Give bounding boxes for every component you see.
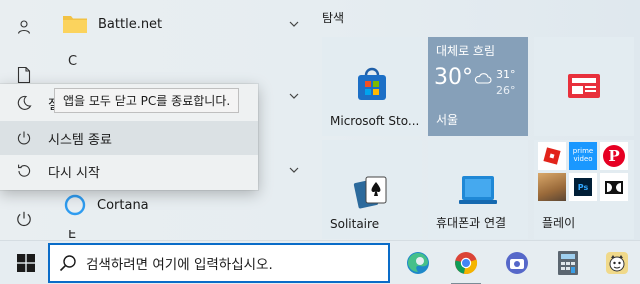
- taskbar-chrome[interactable]: [443, 241, 489, 284]
- pinterest-icon: P: [600, 142, 628, 170]
- tile-label: 플레이: [542, 216, 576, 230]
- power-icon: [0, 121, 48, 155]
- section-letter[interactable]: E: [68, 230, 76, 240]
- dolby-icon: [600, 173, 628, 201]
- store-icon: [358, 67, 386, 100]
- chevron-down-icon[interactable]: [288, 18, 300, 30]
- restart-icon: [0, 154, 48, 188]
- prime-video-icon: prime video: [569, 142, 597, 170]
- user-icon: [17, 20, 31, 34]
- tile-microsoft-store[interactable]: Microsoft Sto...: [322, 37, 422, 136]
- document-icon: [17, 66, 31, 84]
- tile-weather[interactable]: 대체로 흐림 30° 31° 26° 서울: [428, 37, 528, 136]
- taskbar-search-box[interactable]: 검색하려면 여기에 입력하십시오.: [48, 243, 390, 283]
- tiles-group-header[interactable]: 탐색: [322, 9, 344, 26]
- taskbar-calculator[interactable]: [545, 241, 591, 284]
- taskbar-camera[interactable]: [494, 241, 540, 284]
- edge-icon: [407, 252, 429, 274]
- menu-item-label: 시스템 종료: [48, 132, 112, 148]
- chrome-icon: [455, 252, 478, 274]
- pet-app-icon: [606, 252, 628, 274]
- restart-menu-item[interactable]: 다시 시작: [0, 154, 258, 188]
- photoshop-icon: Ps: [569, 173, 597, 201]
- power-button[interactable]: [4, 199, 44, 239]
- phone-link-icon: [459, 176, 497, 204]
- roblox-icon: [538, 142, 566, 170]
- taskbar-pet-app[interactable]: [594, 241, 640, 284]
- section-letter[interactable]: C: [68, 54, 77, 69]
- list-item-cortana[interactable]: Cortana: [48, 187, 310, 223]
- weather-condition: 대체로 흐림: [436, 44, 496, 58]
- weather-high: 31°: [496, 68, 516, 81]
- search-placeholder: 검색하려면 여기에 입력하십시오.: [86, 257, 273, 273]
- weather-city: 서울: [436, 113, 459, 127]
- cortana-icon: [64, 194, 86, 216]
- chevron-down-icon[interactable]: [288, 90, 300, 102]
- game-icon: [538, 173, 566, 201]
- start-button[interactable]: [4, 241, 48, 284]
- app-label: Battle.net: [98, 16, 163, 32]
- weather-temperature: 30°: [434, 65, 473, 90]
- tile-news[interactable]: [534, 37, 634, 136]
- taskbar-edge[interactable]: [395, 241, 441, 284]
- tile-label: Microsoft Sto...: [330, 114, 420, 128]
- shutdown-menu-item[interactable]: 시스템 종료: [0, 121, 258, 155]
- windows-logo-icon: [17, 254, 35, 272]
- news-icon: [568, 74, 600, 98]
- tile-phone-link[interactable]: 휴대폰과 연결: [428, 140, 528, 239]
- user-account-button[interactable]: [4, 7, 44, 47]
- tile-play-folder[interactable]: prime video P Ps 플레이: [534, 140, 634, 239]
- camera-icon: [506, 252, 528, 274]
- menu-item-label: 다시 시작: [48, 165, 100, 181]
- shutdown-tooltip: 앱을 모두 닫고 PC를 종료합니다.: [54, 88, 240, 113]
- chevron-down-icon[interactable]: [288, 164, 300, 176]
- taskbar: 검색하려면 여기에 입력하십시오.: [0, 240, 640, 284]
- app-label: Cortana: [97, 197, 149, 213]
- solitaire-cards-icon: [353, 176, 387, 209]
- list-item-battlenet[interactable]: Battle.net: [48, 6, 310, 42]
- folder-icon: [63, 16, 87, 33]
- cloud-icon: [474, 73, 492, 84]
- weather-low: 26°: [496, 84, 516, 97]
- search-icon: [50, 245, 86, 281]
- tile-label: Solitaire: [330, 217, 380, 231]
- tile-solitaire[interactable]: Solitaire: [322, 140, 422, 239]
- prime-video-text: prime video: [572, 147, 594, 163]
- power-icon: [17, 211, 31, 227]
- tile-label: 휴대폰과 연결: [436, 216, 507, 230]
- calculator-icon: [558, 251, 578, 275]
- moon-icon: [0, 86, 48, 120]
